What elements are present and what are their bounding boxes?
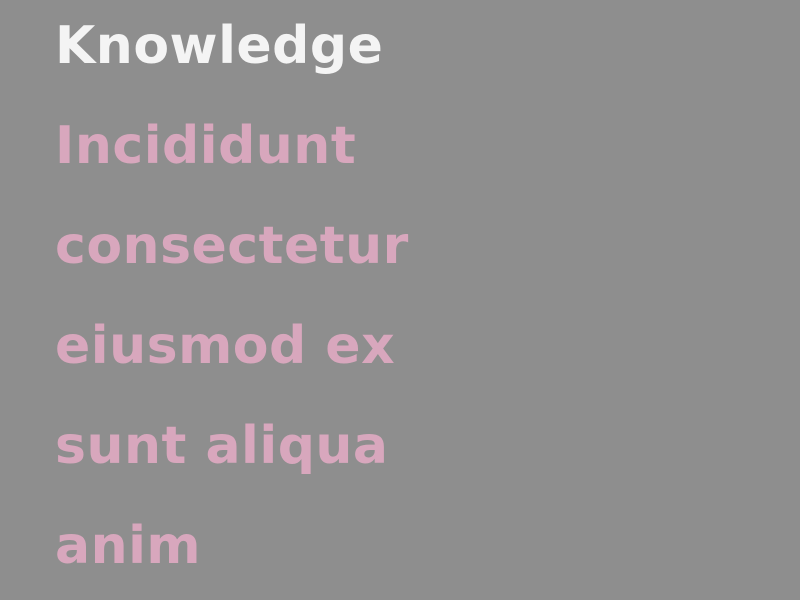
menu-item-consectetur[interactable]: consectetur [55,196,755,296]
menu-item-incididunt[interactable]: Incididunt [55,96,755,196]
menu-item-sunt-aliqua[interactable]: sunt aliqua [55,396,755,496]
menu-item-anim[interactable]: anim [55,496,755,596]
menu-title: Knowledge [55,16,384,76]
menu: Knowledge Incididunt consectetur eiusmod… [55,0,755,596]
menu-item-eiusmod-ex[interactable]: eiusmod ex [55,296,755,396]
